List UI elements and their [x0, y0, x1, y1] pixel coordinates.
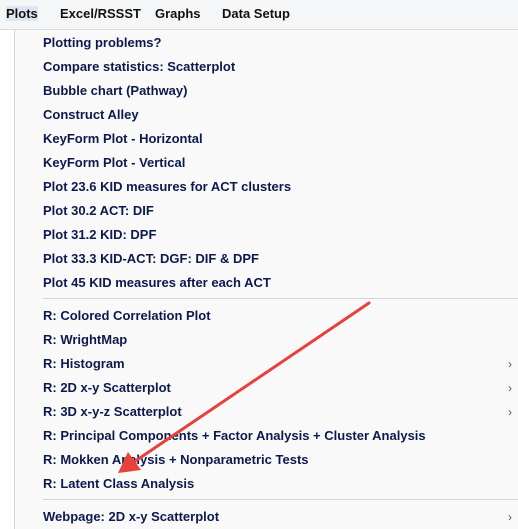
annotation-arrow-icon: [118, 301, 371, 473]
